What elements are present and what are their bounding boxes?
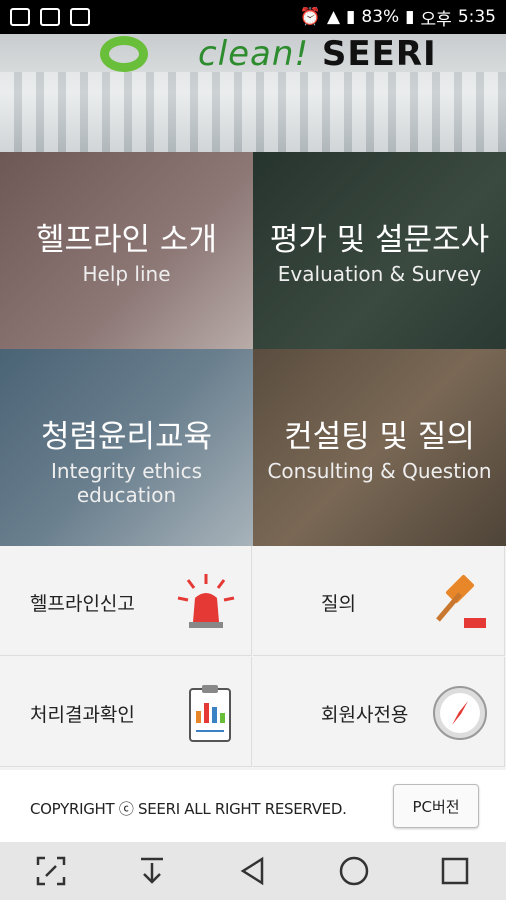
home-circle-icon — [339, 856, 369, 886]
home-button[interactable] — [334, 851, 374, 891]
tile-title: 컨설팅 및 질의 — [284, 419, 475, 455]
tile-title: 헬프라인 소개 — [36, 222, 217, 258]
tile-evaluation[interactable]: 평가 및 설문조사 Evaluation & Survey — [253, 152, 506, 349]
menu-helpline-report[interactable]: 헬프라인신고 — [0, 546, 252, 656]
tile-subtitle: Integrity ethics education — [50, 459, 203, 507]
clipboard-chart-icon — [189, 685, 231, 742]
tile-subtitle: Consulting & Question — [267, 459, 492, 483]
clock-ampm: 오후 — [420, 9, 452, 30]
menu-label: 처리결과확인 — [30, 704, 135, 726]
clock-time: 5:35 — [457, 7, 496, 27]
status-bar: ⏰ ▲ ▮ 83% ▮ 오후 5:35 — [0, 0, 506, 34]
compass-icon — [433, 686, 487, 740]
gavel-icon — [436, 574, 486, 628]
hero-banner: clean! SEERI — [0, 34, 506, 152]
system-nav-bar — [0, 842, 506, 900]
tile-helpline[interactable]: 헬프라인 소개 Help line — [0, 152, 253, 349]
download-icon — [140, 857, 163, 884]
back-button[interactable] — [233, 851, 273, 891]
sim-icon — [40, 8, 60, 26]
alarm-icon: ⏰ — [299, 7, 321, 27]
notification-icon — [10, 8, 30, 26]
menu-member-only[interactable]: 회원사전용 — [253, 657, 505, 767]
menu-label: 회원사전용 — [321, 704, 409, 726]
battery-icon: ▮ — [405, 7, 415, 27]
logo[interactable]: clean! SEERI — [198, 34, 437, 74]
category-tiles: 헬프라인 소개 Help line 평가 및 설문조사 Evaluation &… — [0, 152, 506, 546]
tile-title: 평가 및 설문조사 — [269, 222, 490, 258]
recents-square-icon — [442, 857, 469, 885]
signal-icon: ▮ — [346, 7, 356, 27]
capture-icon — [36, 856, 65, 886]
pc-version-button[interactable]: PC버전 — [393, 784, 479, 828]
back-triangle-icon — [240, 856, 264, 886]
tile-subtitle: Evaluation & Survey — [277, 262, 482, 286]
menu-label: 질의 — [321, 593, 356, 615]
tile-consulting[interactable]: 컨설팅 및 질의 Consulting & Question — [253, 349, 506, 546]
battery-percent: 83% — [361, 7, 400, 27]
tile-title: 청렴윤리교육 — [40, 419, 213, 455]
footer: COPYRIGHT ⓒ SEERI ALL RIGHT RESERVED. PC… — [0, 770, 506, 842]
logo-word-clean: clean! — [198, 34, 310, 74]
menu-inquiry[interactable]: 질의 — [253, 546, 505, 656]
logo-icon — [100, 36, 148, 72]
menu-result-check[interactable]: 처리결과확인 — [0, 657, 252, 767]
quick-menu: 헬프라인신고 질의 처리결과확인 회원사전용 — [0, 546, 506, 770]
tile-subtitle: Help line — [82, 262, 171, 286]
wifi-icon: ▲ — [326, 7, 341, 27]
siren-icon — [177, 574, 235, 628]
copyright-text: COPYRIGHT ⓒ SEERI ALL RIGHT RESERVED. — [30, 800, 347, 818]
recents-button[interactable] — [435, 851, 475, 891]
menu-label: 헬프라인신고 — [30, 593, 135, 615]
download-button[interactable] — [132, 851, 172, 891]
tile-education[interactable]: 청렴윤리교육 Integrity ethics education — [0, 349, 253, 546]
screen-capture-button[interactable] — [31, 851, 71, 891]
city-background — [0, 72, 506, 152]
image-icon — [70, 8, 90, 26]
logo-word-seeri: SEERI — [321, 34, 437, 74]
